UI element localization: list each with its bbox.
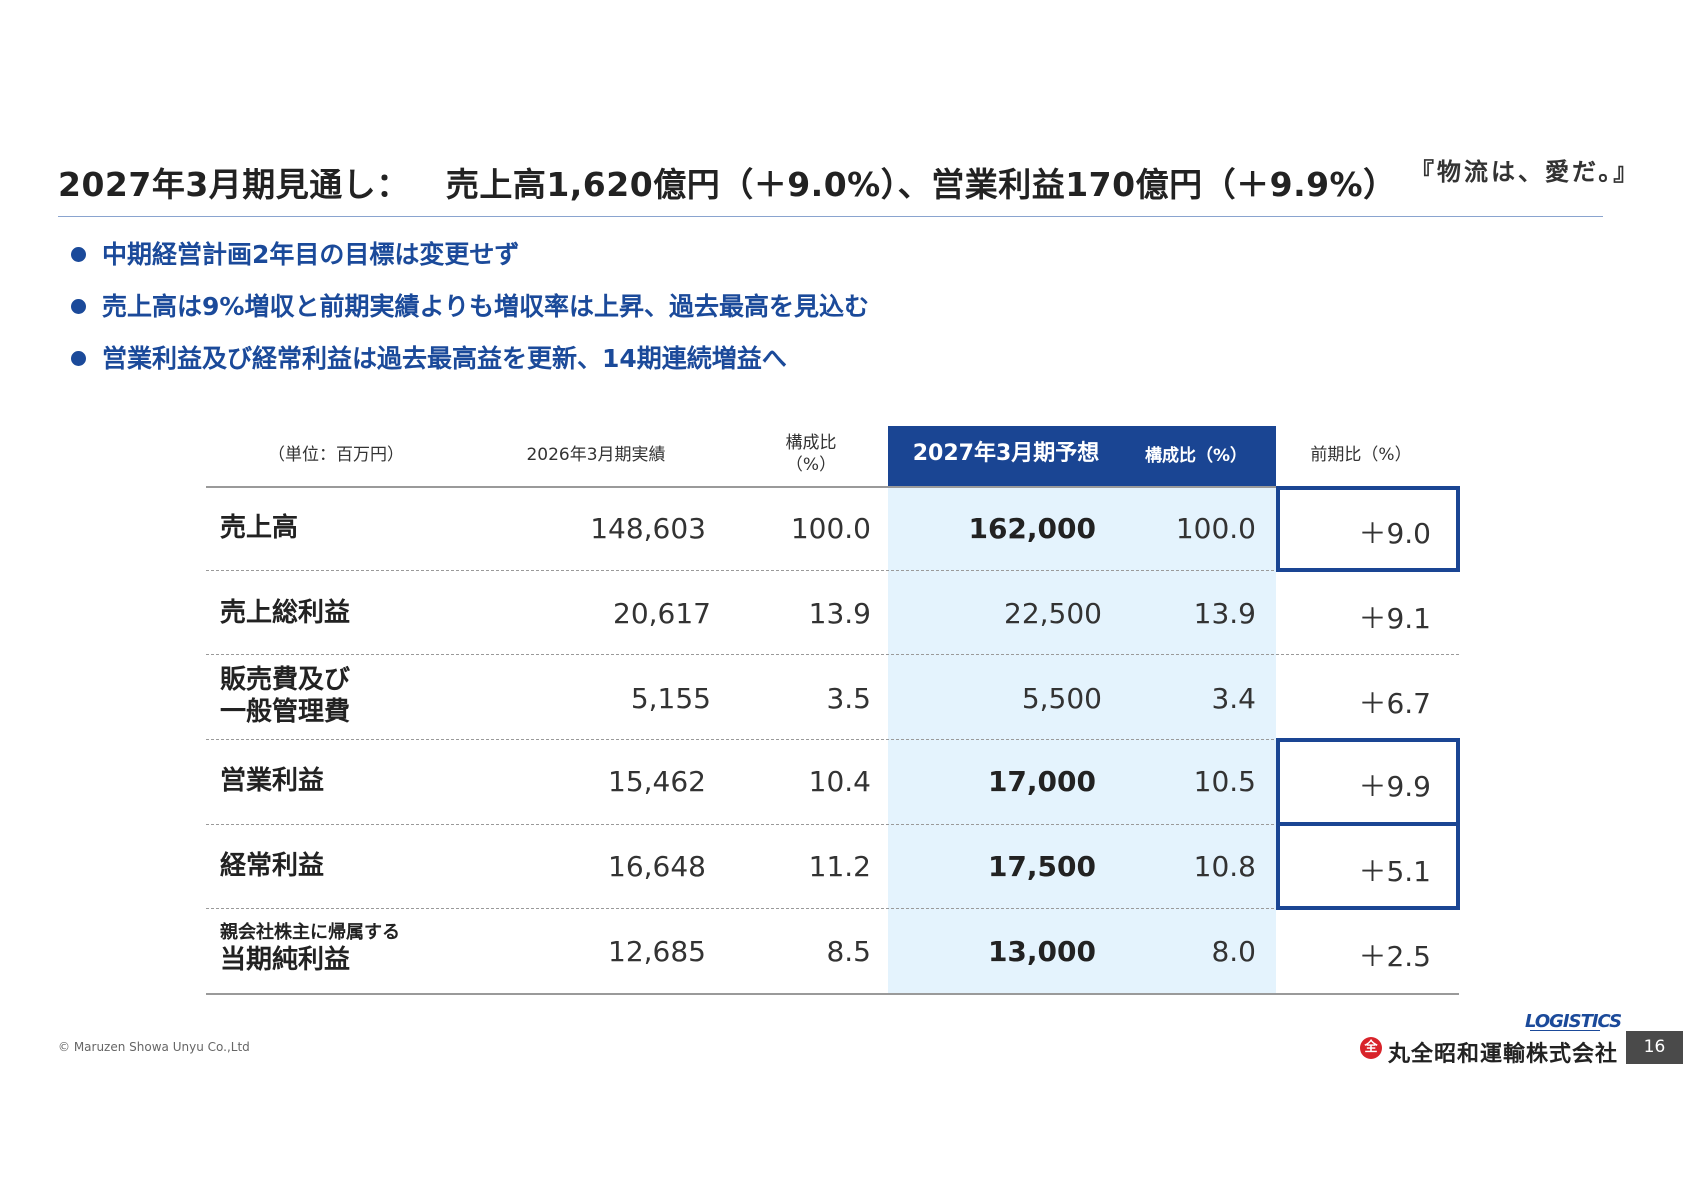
title-divider	[58, 216, 1603, 217]
cell-actual: 15,462	[608, 765, 706, 798]
cell-actual: 148,603	[590, 512, 706, 545]
logistics-logo: LOGISTICS	[1525, 1011, 1622, 1032]
cell-actual: 20,617	[613, 597, 711, 630]
yoy-highlight-box	[1276, 486, 1460, 572]
copyright: © Maruzen Showa Unyu Co.,Ltd	[58, 1040, 250, 1054]
row-divider	[206, 908, 1459, 909]
title-part2: 売上高1,620億円（＋9.0%）、営業利益170億円（＋9.9%）	[445, 165, 1397, 204]
cell-ratio: 13.9	[808, 597, 871, 630]
cell-forecast-ratio: 10.5	[1193, 765, 1256, 798]
cell-actual: 5,155	[630, 682, 711, 715]
header-ratio: 構成比 （%）	[751, 432, 871, 476]
row-divider	[206, 739, 1459, 740]
row-label-line1: 親会社株主に帰属する	[220, 922, 400, 943]
page-number: 16	[1626, 1031, 1683, 1064]
cell-yoy: ＋6.7	[1358, 687, 1431, 720]
header-forecast: 2027年3月期予想	[912, 441, 1100, 466]
bullet-item: 売上高は9%増収と前期実績よりも増収率は上昇、過去最高を見込む	[68, 290, 869, 342]
cell-actual: 12,685	[608, 935, 706, 968]
row-divider	[206, 654, 1459, 655]
cell-forecast: 13,000	[987, 935, 1096, 968]
cell-ratio: 100.0	[790, 512, 871, 545]
company-name: 丸全昭和運輸株式会社	[1388, 1042, 1619, 1067]
cell-forecast-ratio: 100.0	[1175, 512, 1256, 545]
row-label-line1: 販売費及び	[220, 665, 351, 695]
cell-yoy: ＋9.1	[1358, 602, 1431, 635]
row-label: 親会社株主に帰属する 当期純利益	[220, 922, 400, 976]
cell-forecast: 5,500	[1021, 682, 1102, 715]
row-label: 経常利益	[220, 851, 325, 881]
bullet-item: 中期経営計画2年目の目標は変更せず	[68, 238, 869, 290]
row-label: 販売費及び 一般管理費	[220, 664, 350, 728]
bullet-text: 売上高は9%増収と前期実績よりも増収率は上昇、過去最高を見込む	[102, 292, 869, 321]
cell-forecast: 17,000	[987, 765, 1096, 798]
cell-actual: 16,648	[608, 850, 706, 883]
cell-forecast: 162,000	[968, 512, 1096, 545]
row-label-line2: 一般管理費	[220, 697, 351, 727]
header-actual: 2026年3月期実績	[526, 445, 666, 465]
header-unit: （単位：百万円）	[268, 445, 404, 465]
bullet-text: 営業利益及び経常利益は過去最高益を更新、14期連続増益へ	[102, 344, 787, 373]
cell-ratio: 11.2	[808, 850, 871, 883]
cell-forecast: 22,500	[1004, 597, 1102, 630]
row-divider	[206, 824, 1459, 825]
bullet-dot-icon	[71, 351, 86, 366]
bullet-item: 営業利益及び経常利益は過去最高益を更新、14期連続増益へ	[68, 342, 869, 394]
row-label-line2: 当期純利益	[220, 945, 351, 975]
bullet-text: 中期経営計画2年目の目標は変更せず	[102, 240, 520, 269]
bullet-list: 中期経営計画2年目の目標は変更せず 売上高は9%増収と前期実績よりも増収率は上昇…	[68, 238, 869, 394]
header-forecast-ratio: 構成比（%）	[1144, 446, 1248, 466]
bullet-dot-icon	[71, 247, 86, 262]
table-bottom-rule	[206, 993, 1459, 995]
row-label: 営業利益	[220, 766, 325, 796]
row-label: 売上高	[220, 513, 299, 543]
cell-forecast-ratio: 3.4	[1211, 682, 1256, 715]
cell-ratio: 10.4	[808, 765, 871, 798]
slogan: 『物流は、愛だ。』	[1410, 158, 1641, 186]
row-label: 売上総利益	[220, 598, 351, 628]
yoy-highlight-box	[1276, 822, 1460, 910]
cell-forecast: 17,500	[987, 850, 1096, 883]
cell-forecast-ratio: 13.9	[1193, 597, 1256, 630]
cell-yoy: ＋2.5	[1358, 940, 1431, 973]
table-top-rule	[206, 486, 1459, 488]
forecast-highlight-column	[888, 486, 1276, 994]
cell-forecast-ratio: 8.0	[1211, 935, 1256, 968]
cell-ratio: 8.5	[826, 935, 871, 968]
cell-ratio: 3.5	[826, 682, 871, 715]
page-title: 2027年3月期見通し： 売上高1,620億円（＋9.0%）、営業利益170億円（…	[58, 158, 1458, 206]
title-part1: 2027年3月期見通し：	[58, 165, 410, 204]
header-yoy: 前期比（%）	[1310, 445, 1412, 465]
bullet-dot-icon	[71, 299, 86, 314]
header-ratio-line1: 構成比	[785, 433, 837, 453]
header-ratio-line2: （%）	[785, 455, 837, 475]
row-divider	[206, 570, 1459, 571]
forecast-table: （単位：百万円） 2026年3月期実績 構成比 （%） 2027年3月期予想 構…	[206, 426, 1460, 996]
cell-forecast-ratio: 10.8	[1193, 850, 1256, 883]
yoy-highlight-box	[1276, 738, 1460, 826]
